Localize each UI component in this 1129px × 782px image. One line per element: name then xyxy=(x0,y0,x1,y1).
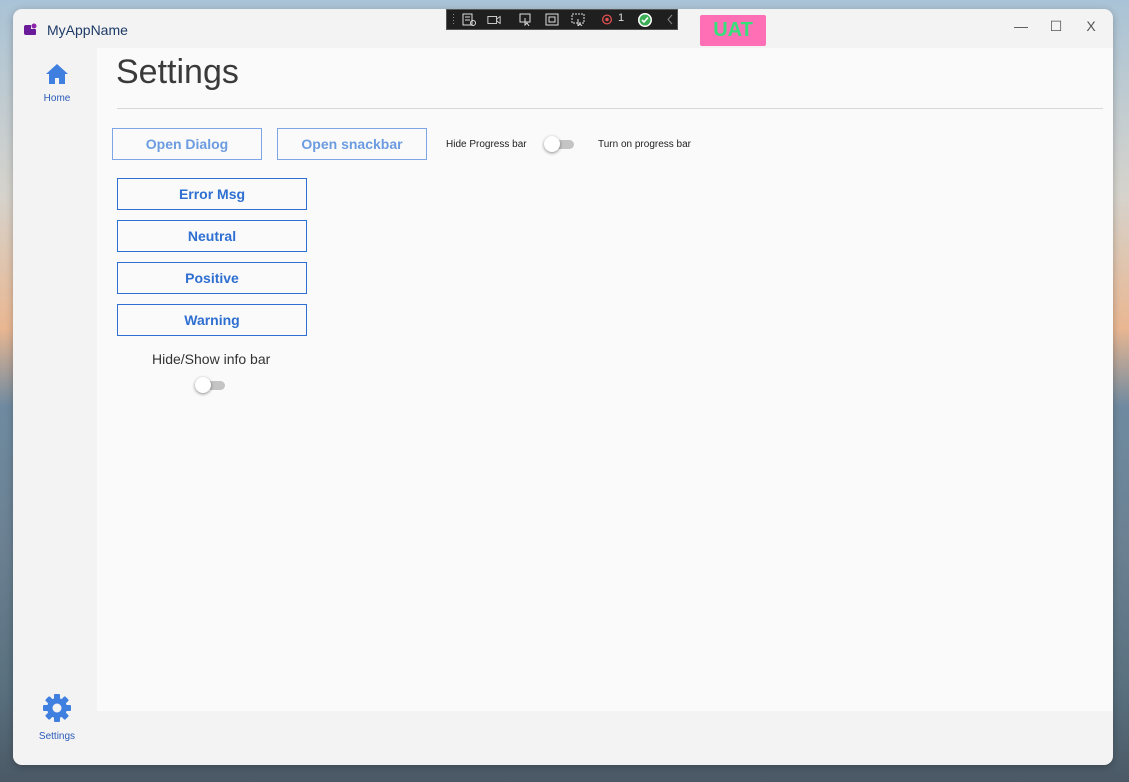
check-icon[interactable] xyxy=(637,12,653,28)
select-element-icon[interactable] xyxy=(519,13,533,26)
track-focus-icon[interactable] xyxy=(571,13,585,26)
maximize-button[interactable]: ☐ xyxy=(1045,15,1067,37)
sidebar-item-settings[interactable]: Settings xyxy=(13,692,101,742)
progress-toggle[interactable] xyxy=(544,136,576,152)
sidebar: Home Settings xyxy=(13,48,97,765)
sidebar-item-label: Home xyxy=(43,93,71,104)
sidebar-item-home[interactable]: Home xyxy=(13,62,101,104)
warning-button[interactable]: Warning xyxy=(117,304,307,336)
toggle-knob xyxy=(544,136,560,152)
turn-on-progress-label: Turn on progress bar xyxy=(598,139,692,150)
live-visual-tree-icon[interactable] xyxy=(462,13,476,26)
page-title: Settings xyxy=(116,53,239,91)
open-dialog-button[interactable]: Open Dialog xyxy=(112,128,262,160)
hot-reload-icon[interactable] xyxy=(600,13,614,26)
app-title: MyAppName xyxy=(47,22,128,38)
settings-page: Settings Open Dialog Open snackbar Hide … xyxy=(97,48,1113,711)
collapse-icon[interactable] xyxy=(663,13,677,26)
error-msg-button[interactable]: Error Msg xyxy=(117,178,307,210)
debug-toolbar: 1 xyxy=(446,9,678,30)
close-button[interactable]: X xyxy=(1080,15,1102,37)
app-window: MyAppName — ☐ X Home Settings Settings O… xyxy=(13,9,1113,765)
hot-reload-count: 1 xyxy=(618,12,625,24)
environment-badge: UAT xyxy=(700,15,766,46)
open-snackbar-button[interactable]: Open snackbar xyxy=(277,128,427,160)
minimize-button[interactable]: — xyxy=(1010,15,1032,37)
neutral-button[interactable]: Neutral xyxy=(117,220,307,252)
hide-progress-label: Hide Progress bar xyxy=(446,139,527,150)
home-icon xyxy=(46,64,68,84)
title-divider xyxy=(117,108,1103,109)
app-logo-icon xyxy=(24,23,37,35)
info-bar-toggle[interactable] xyxy=(195,377,227,393)
camera-icon[interactable] xyxy=(487,13,501,26)
sidebar-item-label: Settings xyxy=(38,731,76,742)
gear-icon xyxy=(43,694,71,722)
layout-adorners-icon[interactable] xyxy=(545,13,559,26)
info-bar-label: Hide/Show info bar xyxy=(152,351,271,367)
positive-button[interactable]: Positive xyxy=(117,262,307,294)
toggle-knob xyxy=(195,377,211,393)
